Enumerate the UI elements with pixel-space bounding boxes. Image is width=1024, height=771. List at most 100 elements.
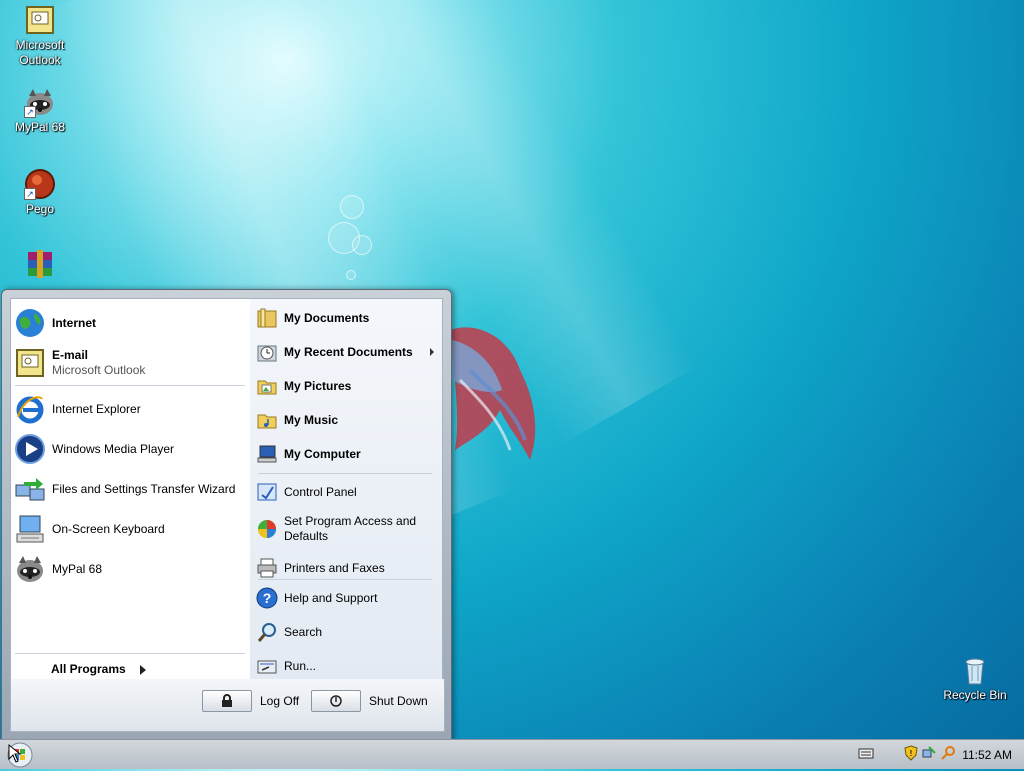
bubble [340, 195, 364, 219]
recent-item-mypal[interactable]: MyPal 68 [14, 551, 246, 587]
all-programs-button[interactable]: All Programs [51, 662, 146, 676]
shortcut-arrow-icon: ↗ [24, 188, 36, 200]
keyboard-icon [14, 513, 46, 545]
pego-icon: ↗ [24, 168, 56, 200]
recent-item-label: Internet Explorer [52, 401, 141, 416]
submenu-arrow-icon [430, 348, 434, 356]
desktop-icon-label: Outlook [19, 53, 61, 67]
desktop-icon-label: MyPal 68 [14, 120, 66, 134]
winrar-icon [24, 248, 56, 280]
outlook-icon [14, 347, 46, 379]
recent-item-windows-media-player[interactable]: Windows Media Player [14, 431, 246, 467]
music-folder-icon [256, 409, 278, 431]
taskbar: ! 11:52 AM [0, 739, 1024, 769]
recent-item-internet-explorer[interactable]: Internet Explorer [14, 391, 246, 427]
betta-fish-image [450, 327, 536, 460]
recent-item-label: On-Screen Keyboard [52, 521, 165, 536]
program-access-icon [256, 518, 278, 540]
documents-folder-icon [256, 307, 278, 329]
outlook-icon [24, 4, 56, 36]
recent-item-label: Files and Settings Transfer Wizard [52, 481, 236, 496]
bubble [346, 270, 356, 280]
pictures-folder-icon [256, 375, 278, 397]
pinned-item-email[interactable]: E-mail Microsoft Outlook [14, 345, 246, 381]
arrow-right-icon [139, 664, 146, 675]
search-tray-icon[interactable] [940, 745, 956, 764]
shut-down-label: Shut Down [369, 694, 428, 708]
pinned-item-title: Internet [52, 315, 97, 330]
security-shield-icon[interactable]: ! [904, 745, 918, 764]
recent-item-label: MyPal 68 [52, 561, 103, 576]
places-item-control-panel[interactable]: Control Panel [256, 479, 438, 505]
recent-docs-icon [256, 341, 278, 363]
network-icon[interactable] [922, 745, 936, 764]
places-item-label: Run... [284, 658, 317, 673]
places-item-search[interactable]: Search [256, 619, 438, 645]
recycle-bin-icon [959, 654, 991, 686]
bubble [352, 235, 372, 255]
ie-icon [14, 393, 46, 425]
start-button[interactable] [6, 742, 34, 768]
search-icon [256, 621, 278, 643]
shut-down-button[interactable]: Shut Down [311, 690, 428, 712]
places-item-program-access[interactable]: Set Program Access and Defaults [256, 513, 438, 545]
desktop-icon-pego[interactable]: ↗ Pego [0, 168, 80, 217]
help-icon: ? [256, 587, 278, 609]
raccoon-icon: ↗ [24, 86, 56, 118]
log-off-button[interactable]: Log Off [202, 690, 299, 712]
computer-icon [256, 443, 278, 465]
places-item-label: My Music [284, 412, 339, 427]
control-panel-icon [256, 481, 278, 503]
keyboard-tray-icon[interactable] [858, 746, 874, 763]
places-item-label: My Pictures [284, 378, 352, 393]
separator [15, 385, 245, 386]
recent-item-on-screen-keyboard[interactable]: On-Screen Keyboard [14, 511, 246, 547]
places-item-label-line2: Defaults [284, 529, 329, 543]
places-item-my-computer[interactable]: My Computer [256, 441, 438, 467]
recent-item-label: Windows Media Player [52, 441, 175, 456]
places-item-label: Control Panel [284, 484, 357, 499]
desktop-icon-mypal[interactable]: ↗ MyPal 68 [0, 86, 80, 135]
desktop-icon-label: Microsoft [15, 38, 65, 52]
power-icon [311, 690, 361, 712]
all-programs-label: All Programs [51, 662, 126, 676]
start-menu-footer: Log Off Shut Down [10, 679, 445, 732]
lock-icon [202, 690, 252, 712]
globe-icon [14, 307, 46, 339]
places-item-label: Help and Support [284, 590, 378, 605]
media-player-icon [14, 433, 46, 465]
pinned-item-subtitle: Microsoft Outlook [52, 363, 146, 377]
separator [258, 473, 432, 474]
places-item-my-pictures[interactable]: My Pictures [256, 373, 438, 399]
pinned-item-title: E-mail [52, 348, 89, 362]
system-tray: ! 11:52 AM [858, 740, 1024, 769]
places-item-label: Search [284, 624, 323, 639]
separator [258, 579, 432, 580]
raccoon-icon [14, 553, 46, 585]
clock[interactable]: 11:52 AM [962, 748, 1012, 762]
svg-text:!: ! [910, 749, 913, 758]
places-item-my-music[interactable]: My Music [256, 407, 438, 433]
svg-text:?: ? [263, 590, 272, 606]
places-item-printers-and-faxes[interactable]: Printers and Faxes [256, 555, 438, 581]
desktop-icon-winrar[interactable] [0, 248, 80, 282]
places-item-label: My Documents [284, 310, 370, 325]
windows-logo-icon [7, 742, 33, 768]
places-item-label-line1: Set Program Access and [284, 514, 417, 528]
shortcut-arrow-icon: ↗ [24, 106, 36, 118]
desktop-icon-recycle-bin[interactable]: Recycle Bin [936, 654, 1014, 703]
places-item-my-recent-documents[interactable]: My Recent Documents [256, 339, 438, 365]
places-item-my-documents[interactable]: My Documents [256, 305, 438, 331]
places-item-label: My Recent Documents [284, 344, 413, 359]
places-item-help-and-support[interactable]: ? Help and Support [256, 585, 438, 611]
transfer-wizard-icon [14, 473, 46, 505]
separator [15, 653, 245, 654]
places-item-run[interactable]: Run... [256, 653, 438, 679]
places-item-label: My Computer [284, 446, 361, 461]
recent-item-transfer-wizard[interactable]: Files and Settings Transfer Wizard [14, 471, 246, 507]
desktop-icon-outlook[interactable]: Microsoft Outlook [0, 4, 80, 68]
pinned-item-internet[interactable]: Internet [14, 305, 246, 341]
log-off-label: Log Off [260, 694, 300, 708]
desktop-icon-label: Recycle Bin [943, 688, 1007, 702]
start-menu-left-pane: Internet E-mail Microsoft Outlook Intern… [10, 298, 251, 680]
